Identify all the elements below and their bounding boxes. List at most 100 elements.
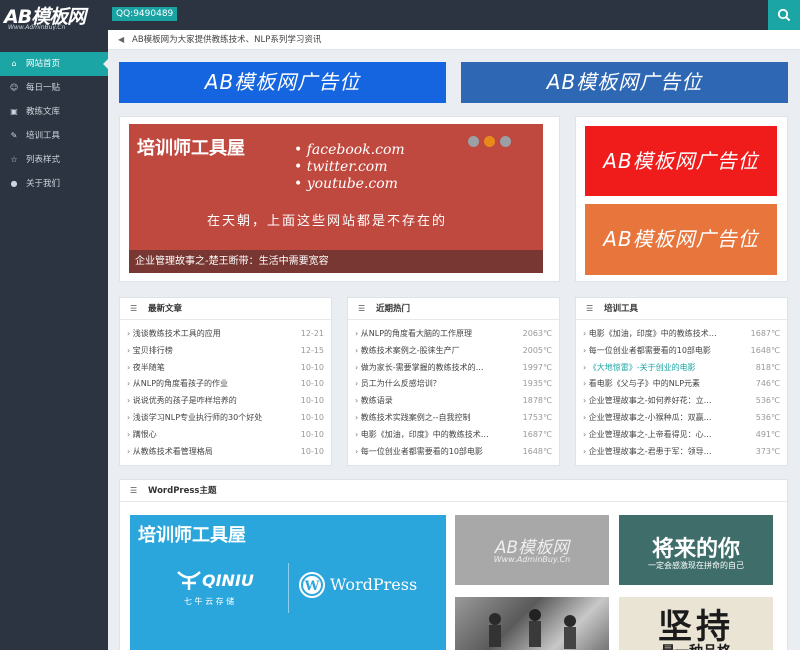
hot-articles-box: ☰ 近期热门 从NLP的角度看大脑的工作原理 2063℃ 教练技术案例之-股徕生产厂… (347, 297, 560, 466)
theme-tile-logo[interactable]: AB模板网 Www.AdminBuy.Cn (455, 515, 609, 585)
slider-image[interactable]: 培训师工具屋 facebook.com twitter.com youtube.… (129, 124, 543, 273)
list-item[interactable]: 每一位创业者都需要看的10部电影 1648℃ (355, 444, 552, 461)
item-date: 10-10 (300, 412, 324, 422)
list-item[interactable]: 做为家长-需要掌握的教练技术的… 1997℃ (355, 360, 552, 377)
item-title[interactable]: 电影《加油，印度》中的教练技术… (583, 326, 740, 343)
theme-tile-main[interactable]: 培训师工具屋 QINIU 七 牛 云 存 储 W WordPress (130, 515, 446, 650)
sidebar-item-list-style[interactable]: ☆ 列表样式 (0, 148, 108, 172)
item-title[interactable]: 企业管理故事之-小猴种瓜：双赢… (583, 410, 740, 427)
slide-site-list: facebook.com twitter.com youtube.com (294, 142, 405, 193)
item-title[interactable]: 企业管理故事之-上帝看得见：心… (583, 427, 740, 444)
item-views: 1648℃ (522, 446, 552, 456)
list-item[interactable]: 企业管理故事之-小猴种瓜：双赢… 536℃ (583, 410, 780, 427)
item-title[interactable]: 从NLP的角度看大脑的工作原理 (355, 326, 512, 343)
item-title[interactable]: 每一位创业者都需要看的10部电影 (355, 444, 512, 461)
list-item[interactable]: 夜半随笔 10-10 (127, 360, 324, 377)
slider-dot[interactable] (468, 136, 479, 147)
sidebar-item-about[interactable]: ● 关于我们 (0, 172, 108, 196)
article-list: 从NLP的角度看大脑的工作原理2063℃ 教练技术案例之-股徕生产厂2005℃ … (355, 326, 552, 460)
item-title[interactable]: 教练语录 (355, 393, 512, 410)
item-title[interactable]: 说说优秀的孩子是咋样培养的 (127, 393, 284, 410)
qq-badge[interactable]: QQ:9490489 (112, 7, 178, 21)
item-date: 12-15 (300, 345, 324, 355)
ad-banner-top-left[interactable]: AB模板网广告位 (119, 62, 446, 103)
item-title[interactable]: 教练技术案例之-股徕生产厂 (355, 343, 512, 360)
item-title[interactable]: 夜半随笔 (127, 360, 284, 377)
list-item[interactable]: 教练技术实践案例之--自我控制 1753℃ (355, 410, 552, 427)
list-item[interactable]: 电影《加油，印度》中的教练技术… 1687℃ (583, 326, 780, 343)
theme-tile-photo[interactable] (455, 597, 609, 650)
slider-dot[interactable] (500, 136, 511, 147)
list-item[interactable]: 蹒恨心 10-10 (127, 427, 324, 444)
list-item[interactable]: 从NLP的角度看大脑的工作原理 2063℃ (355, 326, 552, 343)
item-title[interactable]: 每一位创业者都需要看的10部电影 (583, 343, 740, 360)
tile-persist-subtext: 是一种品格 (619, 641, 773, 650)
ad-text: AB模板网广告位 (546, 70, 703, 94)
item-date: 12-21 (300, 329, 324, 338)
top-bar: AB模板网 Www.AdminBuy.Cn QQ:9490489 (0, 0, 800, 31)
sidebar-item-home[interactable]: ⌂ 网站首页 (0, 52, 108, 76)
qiniu-subtext: 七 牛 云 存 储 (184, 597, 235, 606)
item-title[interactable]: 企业管理故事之-君患于军：领导… (583, 444, 740, 461)
sports-photo-image (489, 609, 576, 649)
ad-text: AB模板网广告位 (204, 70, 361, 94)
list-item[interactable]: 每一位创业者都需要看的10部电影 1648℃ (583, 343, 780, 360)
list-item[interactable]: 说说优秀的孩子是咋样培养的 10-10 (127, 393, 324, 410)
list-item[interactable]: 电影《加油，印度》中的教练技术… 1687℃ (355, 427, 552, 444)
qiniu-logo-icon (177, 571, 201, 590)
item-title[interactable]: 《大地惊雷》-关于创业的电影 (583, 360, 740, 377)
sidebar-item-daily[interactable]: ☺ 每日一贴 (0, 76, 108, 100)
item-title[interactable]: 从教练技术看管理格局 (127, 444, 284, 461)
ad-banner-side-red[interactable]: AB模板网广告位 (585, 126, 777, 196)
tile-future-text: 将来的你 (651, 537, 740, 562)
list-item[interactable]: 教练语录 1878℃ (355, 393, 552, 410)
list-item[interactable]: 宝贝排行榜 12-15 (127, 343, 324, 360)
item-title[interactable]: 做为家长-需要掌握的教练技术的… (355, 360, 512, 377)
list-item[interactable]: 浅谈教练技术工具的应用 12-21 (127, 326, 324, 343)
sidebar-item-library[interactable]: ▣ 教练文库 (0, 100, 108, 124)
list-item-highlighted[interactable]: 《大地惊雷》-关于创业的电影 818℃ (583, 360, 780, 377)
ad-banner-top-right[interactable]: AB模板网广告位 (461, 62, 788, 103)
item-date: 10-10 (300, 446, 324, 456)
list-item[interactable]: 企业管理故事之-上帝看得见：心… 491℃ (583, 427, 780, 444)
item-title[interactable]: 电影《加油，印度》中的教练技术… (355, 427, 512, 444)
list-item[interactable]: 企业管理故事之-如何养好花：立… 536℃ (583, 393, 780, 410)
list-item[interactable]: 从教练技术看管理格局 10-10 (127, 444, 324, 461)
item-views: 1687℃ (750, 329, 780, 338)
list-item[interactable]: 看电影《父与子》中的NLP元素 746℃ (583, 376, 780, 393)
slider-dot-active[interactable] (484, 136, 495, 147)
item-title[interactable]: 浅谈教练技术工具的应用 (127, 326, 284, 343)
list-item[interactable]: 员工为什么反感培训？ 1935℃ (355, 376, 552, 393)
latest-articles-box: ☰ 最新文章 浅谈教练技术工具的应用 12-21 宝贝排行榜 12-15 夜半随笔 10… (119, 297, 332, 466)
slide-site: youtube.com (294, 176, 405, 193)
sidebar: ⌂ 网站首页 ☺ 每日一贴 ▣ 教练文库 ✎ 培训工具 ☆ 列表样式 ● 关于我们 (0, 30, 108, 650)
qiniu-text: QINIU (202, 571, 254, 590)
list-item[interactable]: 浅谈学习NLP专业执行师的30个好处 10-10 (127, 410, 324, 427)
list-item[interactable]: 从NLP的角度看孩子的作业 10-10 (127, 376, 324, 393)
list-item[interactable]: 教练技术案例之-股徕生产厂 2005℃ (355, 343, 552, 360)
item-title[interactable]: 从NLP的角度看孩子的作业 (127, 376, 284, 393)
item-title[interactable]: 教练技术实践案例之--自我控制 (355, 410, 512, 427)
theme-tile-persist[interactable]: 坚持 是一种品格 (619, 597, 773, 650)
ad-banner-side-orange[interactable]: AB模板网广告位 (585, 204, 777, 275)
theme-tile-future[interactable]: 将来的你 一定会感激现在拼命的自己 (619, 515, 773, 585)
search-button[interactable] (768, 0, 800, 30)
item-title[interactable]: 企业管理故事之-如何养好花：立… (583, 393, 740, 410)
list-item[interactable]: 企业管理故事之-君患于军：领导… 373℃ (583, 444, 780, 461)
slide-caption[interactable]: 企业管理故事之-楚王断带：生活中需要宽容 (129, 250, 543, 273)
tile-future-subtext: 一定会感激现在拼命的自己 (648, 561, 744, 570)
sidebar-item-tools[interactable]: ✎ 培训工具 (0, 124, 108, 148)
item-title[interactable]: 浅谈学习NLP专业执行师的30个好处 (127, 410, 284, 427)
item-title[interactable]: 员工为什么反感培训？ (355, 376, 512, 393)
star-icon: ☆ (10, 155, 18, 164)
item-views: 2063℃ (522, 329, 552, 338)
list-icon: ☰ (130, 304, 138, 313)
wordpress-logo-icon: W (299, 572, 325, 598)
pencil-icon: ✎ (10, 131, 18, 140)
item-title[interactable]: 看电影《父与子》中的NLP元素 (583, 376, 740, 393)
site-logo[interactable]: AB模板网 Www.AdminBuy.Cn (4, 4, 104, 31)
sidebar-item-label: 每日一贴 (26, 83, 61, 93)
item-title[interactable]: 宝贝排行榜 (127, 343, 284, 360)
box-header: ☰ 近期热门 (348, 298, 559, 320)
item-title[interactable]: 蹒恨心 (127, 427, 284, 444)
